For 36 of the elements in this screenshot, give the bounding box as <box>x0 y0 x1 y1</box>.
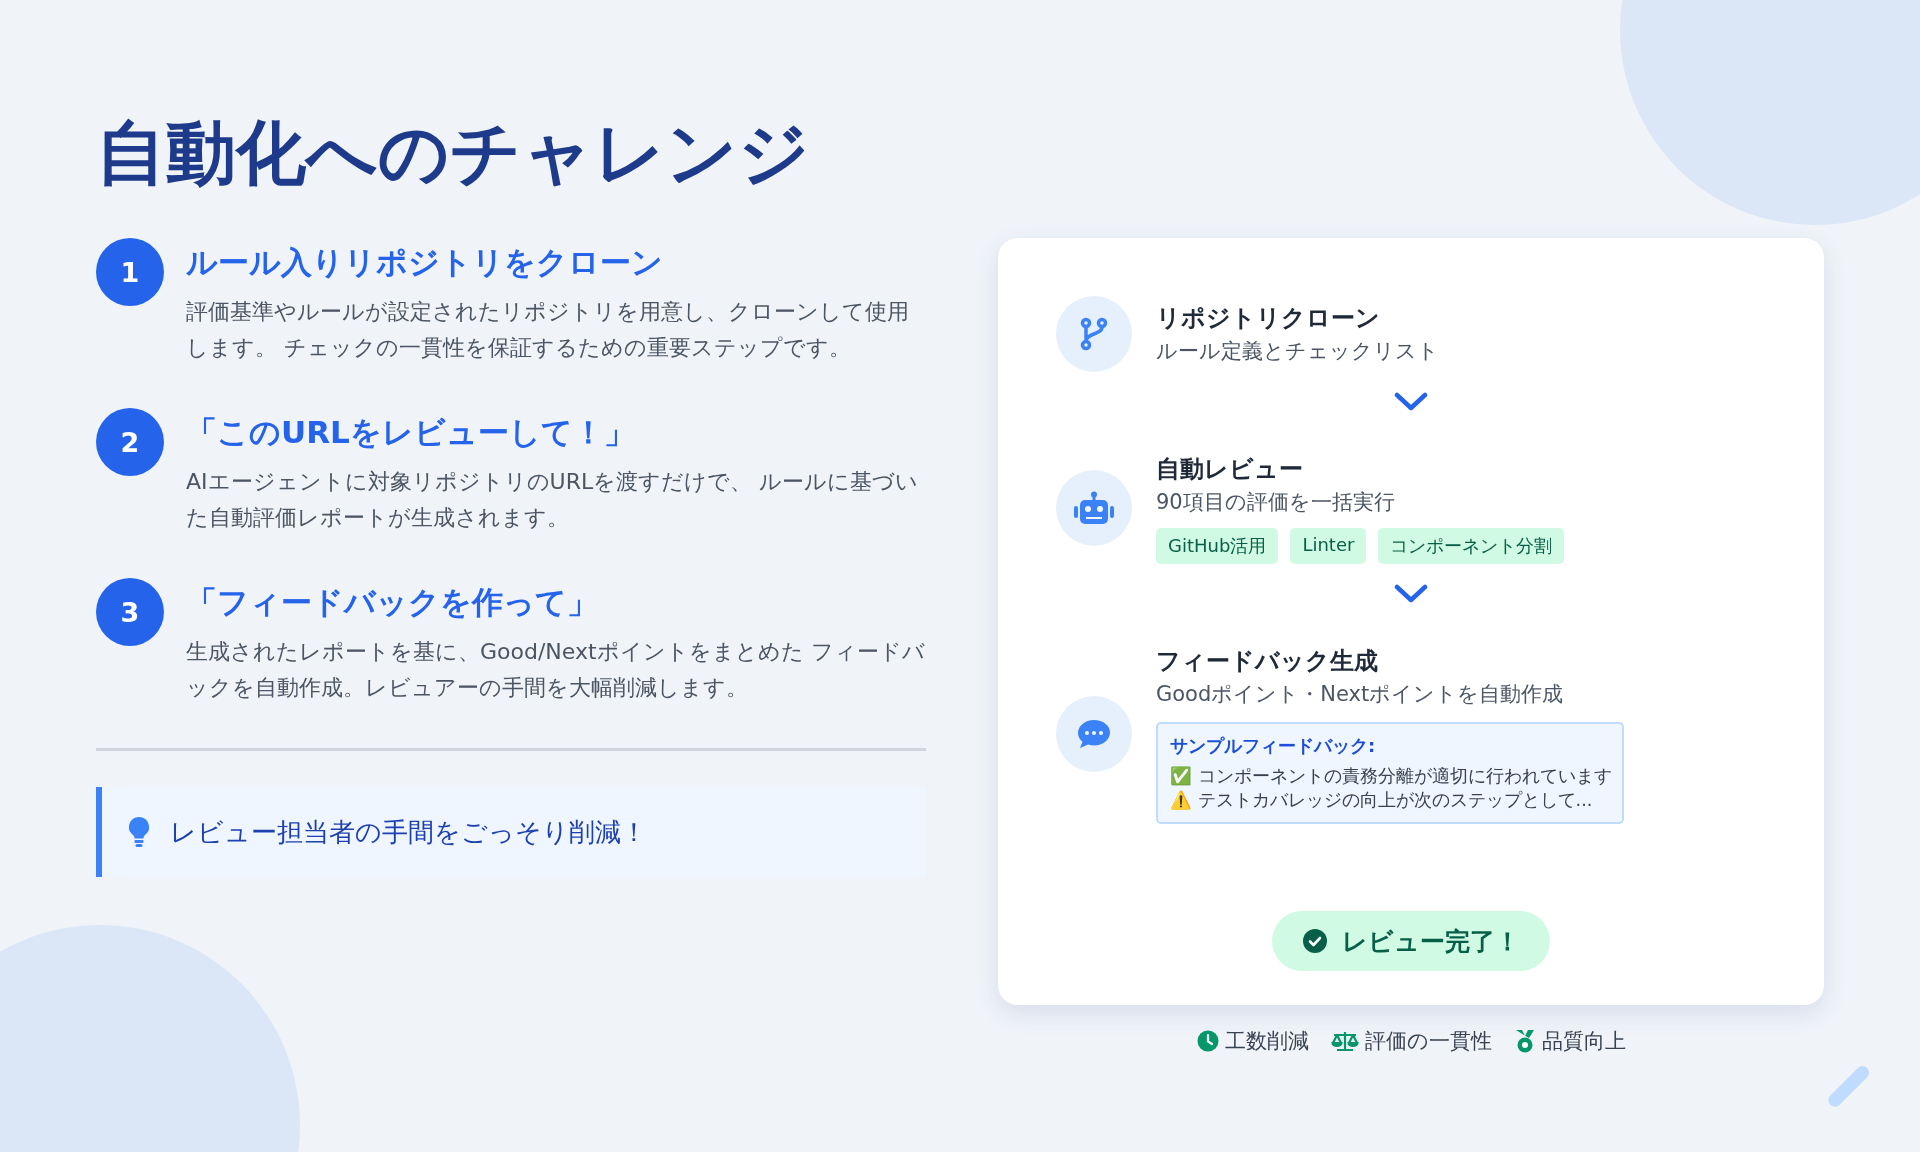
tag: コンポーネント分割 <box>1378 528 1565 564</box>
sample-heading: サンプルフィードバック: <box>1170 734 1377 758</box>
step-description: 評価基準やルールが設定されたリポジトリを用意し、クローンして使用します。 チェックの一貫性を保証するための重要ステップです。 <box>186 298 910 362</box>
flow-step-subtitle: ルール定義とチェックリスト <box>1156 338 1439 365</box>
tag: Linter <box>1290 528 1367 564</box>
callout-text: レビュー担当者の手間をごっそり削減！ <box>170 815 647 849</box>
robot-icon <box>1074 491 1114 525</box>
check-circle-icon <box>1302 928 1328 954</box>
flow-step-title: フィードバック生成 <box>1156 646 1379 677</box>
tag: GitHub活用 <box>1156 528 1279 564</box>
step-number: 1 <box>96 238 164 306</box>
chevron-down-icon <box>1394 392 1428 412</box>
benefit-label: 品質向上 <box>1541 1028 1626 1055</box>
step-heading: 「フィードバックを作って」 <box>186 583 599 622</box>
chat-bubble-icon <box>1077 719 1111 749</box>
slide-title: 自動化へのチャレンジ <box>96 111 811 196</box>
flow-step-title: 自動レビュー <box>1156 454 1304 485</box>
step-description: 生成されたレポートを基に、Good/Nextポイントをまとめた フィードバックを自動作成。レビュアーの手間を大幅削減します。 <box>186 638 926 702</box>
step-heading: 「このURLをレビューして！」 <box>186 413 636 452</box>
flow-step-subtitle: Goodポイント・Nextポイントを自動作成 <box>1156 681 1565 708</box>
step-number: 3 <box>96 578 164 646</box>
benefit-label: 工数削減 <box>1224 1028 1309 1055</box>
lightbulb-icon <box>128 816 150 848</box>
chevron-down-icon <box>1394 584 1428 604</box>
feedback-line: ✅ コンポーネントの責務分離が適切に行われています <box>1170 765 1610 788</box>
scales-icon <box>1330 1030 1359 1052</box>
clock-icon <box>1196 1030 1219 1052</box>
step-heading: ルール入りリポジトリをクローン <box>186 243 664 282</box>
step-description: AIエージェントに対象リポジトリのURLを渡すだけで、 ルールに基づいた自動評価レポートが生成されます。 <box>186 468 920 532</box>
badge-label: レビュー完了！ <box>1342 925 1520 958</box>
flow-step-subtitle: 90項目の評価を一括実行 <box>1156 489 1396 516</box>
branch-icon <box>1079 317 1109 351</box>
benefit-label: 評価の一貫性 <box>1364 1028 1492 1055</box>
flow-step-title: リポジトリクローン <box>1156 303 1381 334</box>
step-number: 2 <box>96 408 164 476</box>
feedback-line: ⚠ テストカバレッジの向上が次のステップとして... <box>1170 789 1594 812</box>
